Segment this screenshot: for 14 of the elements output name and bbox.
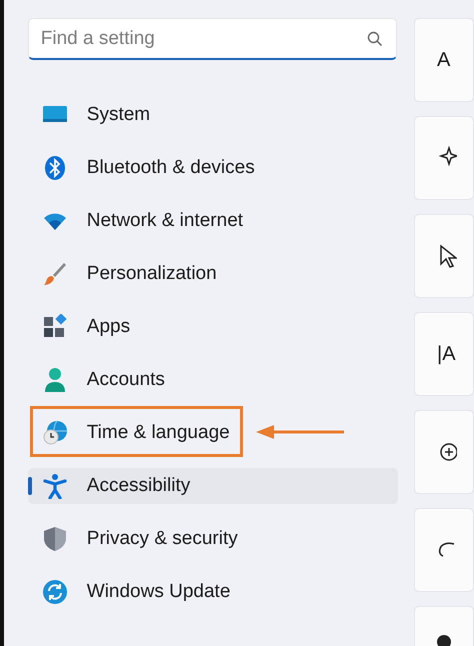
card-label: A	[437, 48, 450, 73]
nav-item[interactable]: System	[28, 97, 398, 133]
nav-item[interactable]: Bluetooth & devices	[28, 150, 398, 186]
search-field[interactable]: Find a setting	[28, 18, 397, 60]
nav-item[interactable]: Windows Update	[28, 574, 398, 610]
settings-card[interactable]: |A	[414, 312, 474, 396]
nav-item[interactable]: Apps	[28, 309, 398, 345]
nav-item[interactable]: Personalization	[28, 256, 398, 292]
nav-item[interactable]: Privacy & security	[28, 521, 398, 557]
card-label: |A	[437, 342, 456, 367]
nav-item[interactable]: Accounts	[28, 362, 398, 398]
nav-item[interactable]: Network & internet	[28, 203, 398, 239]
nav-item[interactable]: Accessibility	[28, 468, 398, 504]
settings-card[interactable]: A	[414, 18, 474, 102]
